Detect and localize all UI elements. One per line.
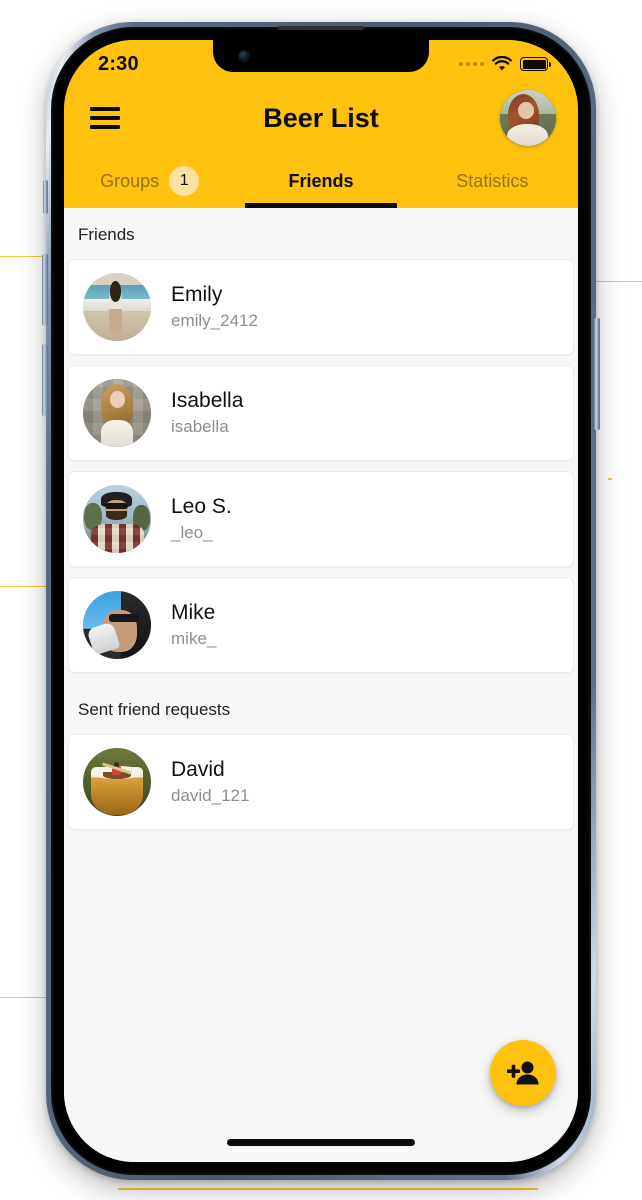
display-notch (213, 40, 429, 72)
friend-name: David (171, 758, 225, 782)
friend-name: Isabella (171, 389, 244, 413)
avatar (83, 748, 151, 816)
friend-handle: emily_2412 (171, 311, 258, 331)
tab-friends[interactable]: Friends (235, 154, 406, 208)
friend-name: Leo S. (171, 495, 232, 519)
app-title-row: Beer List (64, 82, 578, 154)
crop-mark (608, 478, 612, 480)
friend-photo (83, 591, 151, 659)
tab-groups-label: Groups (100, 170, 160, 191)
status-bar-indicators (459, 50, 551, 72)
avatar (83, 379, 151, 447)
tab-statistics-label: Statistics (456, 170, 529, 191)
hamburger-menu-icon[interactable] (90, 107, 120, 129)
cellular-dots-icon (459, 62, 484, 66)
mute-switch-button[interactable] (43, 180, 48, 214)
home-indicator (227, 1139, 415, 1146)
avatar (83, 591, 151, 659)
friend-photo (83, 485, 151, 553)
friend-photo (83, 273, 151, 341)
avatar (83, 273, 151, 341)
power-button[interactable] (594, 318, 600, 430)
avatar[interactable] (500, 90, 556, 146)
section-header-friends: Friends (78, 225, 135, 244)
phone-device-frame: 2:30 Beer List Groups 1 Friends Statisti… (42, 22, 600, 1180)
profile-photo (500, 90, 556, 146)
add-friend-button[interactable] (490, 1040, 556, 1106)
crop-mark (118, 1188, 538, 1190)
tab-bar: Groups 1 Friends Statistics (64, 154, 578, 208)
list-item[interactable]: Leo S. _leo_ (68, 471, 574, 567)
front-camera-icon (239, 51, 249, 61)
friends-list-content: Friends Emily emily_2412 Isabella isabel… (64, 208, 578, 1162)
avatar (83, 485, 151, 553)
tab-groups[interactable]: Groups 1 (64, 154, 235, 208)
tab-groups-badge: 1 (169, 166, 200, 196)
friend-handle: mike_ (171, 629, 217, 649)
list-item[interactable]: David david_121 (68, 734, 574, 830)
wifi-icon (492, 56, 512, 71)
friend-photo (83, 748, 151, 816)
friend-handle: _leo_ (171, 523, 213, 543)
phone-bezel: 2:30 Beer List Groups 1 Friends Statisti… (51, 27, 591, 1175)
list-item[interactable]: Emily emily_2412 (68, 259, 574, 355)
tab-statistics[interactable]: Statistics (407, 154, 578, 208)
battery-full-icon (520, 57, 551, 71)
list-item[interactable]: Mike mike_ (68, 577, 574, 673)
tab-friends-label: Friends (288, 170, 354, 191)
friend-name: Emily (171, 283, 223, 307)
volume-up-button[interactable] (42, 254, 48, 326)
phone-screen: 2:30 Beer List Groups 1 Friends Statisti… (64, 40, 578, 1162)
person-add-icon (507, 1061, 539, 1085)
status-bar-time: 2:30 (98, 52, 139, 75)
section-header-sent-requests: Sent friend requests (78, 700, 231, 719)
friend-handle: david_121 (171, 786, 250, 806)
earpiece-speaker (278, 26, 364, 30)
friend-name: Mike (171, 601, 216, 625)
friend-photo (83, 379, 151, 447)
volume-down-button[interactable] (42, 344, 48, 416)
friend-handle: isabella (171, 417, 229, 437)
list-item[interactable]: Isabella isabella (68, 365, 574, 461)
